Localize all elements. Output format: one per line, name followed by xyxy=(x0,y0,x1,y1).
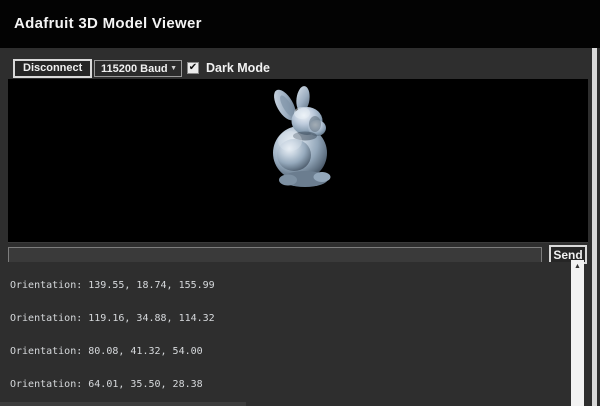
chevron-down-icon: ▼ xyxy=(170,65,177,72)
log-line: Orientation: 139.55, 18.74, 155.99 xyxy=(10,280,571,291)
adafruit-3d-model-viewer-app: Adafruit 3D Model Viewer Disconnect 1152… xyxy=(0,0,600,406)
serial-log-lines: Orientation: 139.55, 18.74, 155.99 Orien… xyxy=(0,262,571,406)
app-header: Adafruit 3D Model Viewer xyxy=(0,0,600,48)
serial-send-input[interactable] xyxy=(8,247,542,263)
baud-rate-select[interactable]: 115200 Baud ▼ xyxy=(94,60,182,77)
serial-log: Orientation: 139.55, 18.74, 155.99 Orien… xyxy=(0,262,571,406)
log-line: Orientation: 119.16, 34.88, 114.32 xyxy=(10,313,571,324)
log-scrollbar[interactable]: ▲ xyxy=(571,260,584,406)
scroll-up-arrow-icon: ▲ xyxy=(574,263,581,270)
model-viewport[interactable] xyxy=(8,79,588,243)
page-title: Adafruit 3D Model Viewer xyxy=(14,0,202,48)
bunny-model xyxy=(260,83,352,191)
page-scrollbar[interactable] xyxy=(592,48,597,406)
dark-mode-checkbox[interactable]: ✔ xyxy=(187,62,199,74)
baud-rate-value: 115200 Baud xyxy=(101,63,168,75)
scroll-up-button[interactable]: ▲ xyxy=(571,260,584,272)
dark-mode-label: Dark Mode xyxy=(206,61,270,75)
disconnect-button[interactable]: Disconnect xyxy=(13,59,92,78)
log-line: Orientation: 80.08, 41.32, 54.00 xyxy=(10,346,571,357)
checkmark-icon: ✔ xyxy=(189,63,197,73)
browser-status-sliver xyxy=(0,402,246,406)
log-line: Orientation: 64.01, 35.50, 28.38 xyxy=(10,379,571,390)
